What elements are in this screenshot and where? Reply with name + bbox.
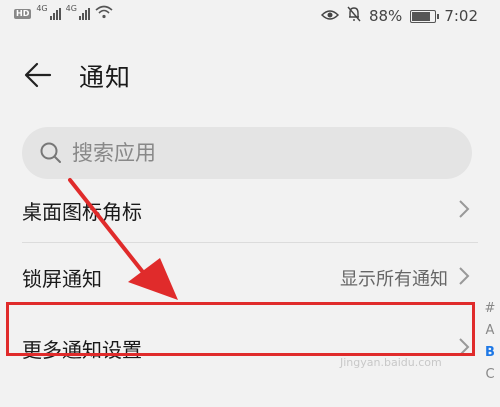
annotation-arrow-icon xyxy=(68,178,178,300)
alphabet-index-bar[interactable]: # A B C xyxy=(482,298,498,386)
index-letter-active[interactable]: B xyxy=(482,342,498,364)
index-letter[interactable]: C xyxy=(482,364,498,386)
index-letter[interactable]: A xyxy=(482,320,498,342)
watermark: Jingyan.baidu.com xyxy=(340,356,442,369)
index-letter[interactable]: # xyxy=(482,298,498,320)
